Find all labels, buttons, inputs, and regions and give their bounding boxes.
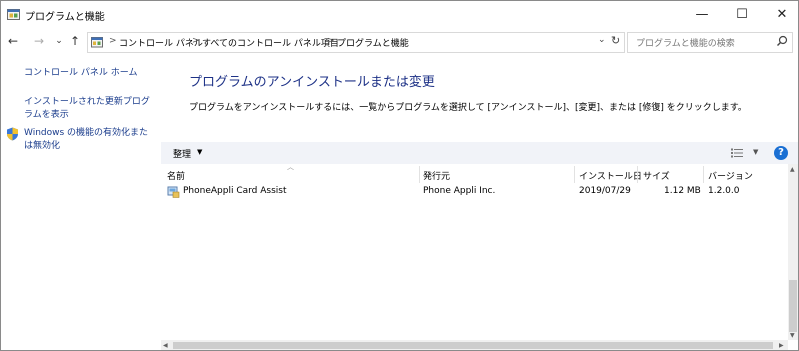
recent-locations-button[interactable]: ⌄ (51, 33, 67, 49)
programs-and-features-window: プログラムと機能 — ☐ ✕ ← → ⌄ ↑ > コントロール パネル > すべ… (0, 0, 799, 351)
close-icon: ✕ (776, 7, 788, 22)
forward-button[interactable]: → (31, 33, 47, 49)
breadcrumb-all-items[interactable]: すべてのコントロール パネル項目 (202, 36, 339, 49)
title-bar[interactable]: プログラムと機能 — ☐ ✕ (1, 1, 798, 29)
organize-button[interactable]: 整理 (173, 147, 191, 160)
view-options-icon[interactable] (731, 148, 743, 158)
column-header-name[interactable]: 名前 (167, 169, 185, 182)
column-divider[interactable] (419, 166, 420, 183)
breadcrumb-separator: > (327, 36, 335, 46)
arrow-up-icon: ↑ (69, 34, 81, 48)
column-header-size[interactable]: サイズ (643, 169, 670, 182)
column-header-installed-on[interactable]: インストール日 (579, 169, 642, 182)
maximize-icon: ☐ (736, 7, 748, 22)
back-button[interactable]: ← (5, 33, 21, 49)
program-name: PhoneAppli Card Assist (183, 186, 287, 196)
control-panel-icon (7, 9, 20, 20)
page-description: プログラムをアンインストールするには、一覧からプログラムを選択して [アンインス… (189, 103, 747, 113)
horizontal-scroll-thumb[interactable] (173, 342, 773, 349)
navigation-bar: ← → ⌄ ↑ > コントロール パネル > すべてのコントロール パネル項目 … (1, 29, 798, 53)
arrow-right-icon: → (33, 34, 45, 48)
window-title: プログラムと機能 (25, 12, 105, 23)
chevron-down-icon: ⌄ (55, 36, 63, 46)
table-row[interactable]: PhoneAppli Card Assist Phone Appli Inc. … (161, 184, 788, 200)
scroll-up-icon[interactable]: ▲ (790, 166, 795, 173)
column-header-publisher[interactable]: 発行元 (423, 169, 450, 182)
program-size: 1.12 MB (664, 186, 701, 196)
column-divider[interactable] (703, 166, 704, 183)
address-dropdown-icon[interactable]: ⌄ (598, 35, 606, 45)
organize-dropdown-icon[interactable]: ▼ (197, 148, 202, 156)
search-placeholder: プログラムと機能の検索 (636, 39, 735, 49)
page-title: プログラムのアンインストールまたは変更 (189, 75, 435, 90)
search-box[interactable]: プログラムと機能の検索 (627, 32, 793, 53)
column-divider[interactable] (574, 166, 575, 183)
sidebar: コントロール パネル ホーム インストールされた更新プログラムを表示 Windo… (1, 53, 161, 350)
program-version: 1.2.0.0 (708, 186, 740, 196)
view-dropdown-icon[interactable]: ▼ (753, 148, 758, 156)
breadcrumb-control-panel[interactable]: コントロール パネル (119, 36, 203, 49)
vertical-scroll-thumb[interactable] (789, 280, 797, 332)
program-publisher: Phone Appli Inc. (423, 186, 496, 196)
sidebar-item-control-panel-home[interactable]: コントロール パネル ホーム (24, 67, 156, 80)
up-button[interactable]: ↑ (67, 33, 83, 49)
column-divider[interactable] (637, 166, 638, 183)
sidebar-item-windows-features[interactable]: Windows の機能の有効化または無効化 (24, 127, 156, 153)
arrow-left-icon: ← (7, 34, 19, 48)
sidebar-item-installed-updates[interactable]: インストールされた更新プログラムを表示 (24, 96, 156, 122)
table-header: ︿ 名前 発行元 インストール日 サイズ バージョン (161, 163, 788, 183)
control-panel-icon (91, 37, 103, 48)
column-header-version[interactable]: バージョン (708, 169, 753, 182)
scroll-right-icon[interactable]: ▶ (779, 342, 784, 349)
address-bar[interactable]: > コントロール パネル > すべてのコントロール パネル項目 > プログラムと… (87, 32, 625, 53)
refresh-icon[interactable]: ↻ (611, 34, 620, 47)
breadcrumb-separator: > (192, 36, 200, 46)
minimize-button[interactable]: — (685, 1, 719, 29)
program-install-date: 2019/07/29 (579, 186, 631, 196)
help-icon[interactable]: ? (774, 146, 788, 160)
maximize-button[interactable]: ☐ (725, 1, 759, 29)
close-button[interactable]: ✕ (765, 1, 798, 29)
minimize-icon: — (695, 7, 709, 22)
breadcrumb-programs-features[interactable]: プログラムと機能 (337, 36, 409, 49)
breadcrumb-separator: > (109, 36, 117, 46)
shield-icon (7, 127, 18, 141)
sort-ascending-icon: ︿ (287, 163, 294, 171)
app-installer-icon (167, 186, 180, 198)
search-icon[interactable] (776, 35, 788, 47)
command-toolbar: 整理 ▼ ▼ ? (161, 142, 798, 164)
scroll-down-icon[interactable]: ▼ (790, 332, 795, 339)
scroll-left-icon[interactable]: ◀ (163, 342, 168, 349)
